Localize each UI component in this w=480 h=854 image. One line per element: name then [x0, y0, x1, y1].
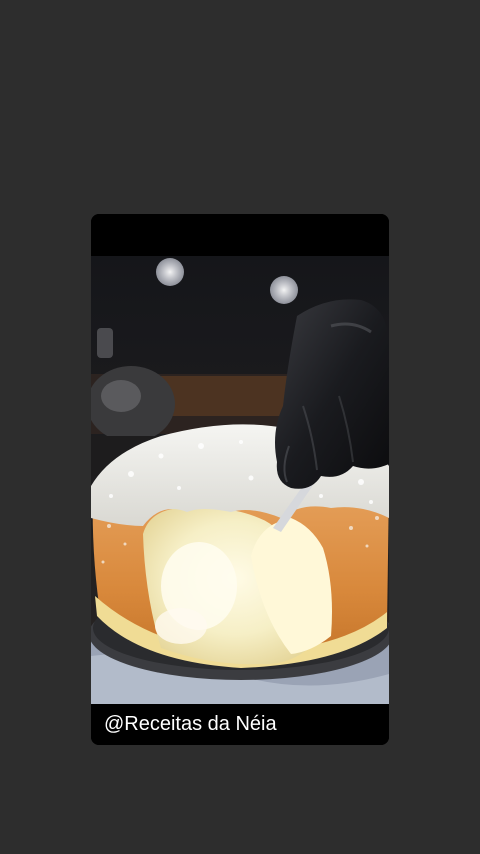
caption-bar: @Receitas da Néia	[91, 704, 389, 745]
story-viewer: @Receitas da Néia	[0, 0, 480, 854]
top-letterbox	[91, 214, 389, 256]
cake-photo[interactable]	[91, 256, 389, 704]
caption-text: @Receitas da Néia	[104, 713, 277, 735]
story-card[interactable]: @Receitas da Néia	[91, 214, 389, 745]
